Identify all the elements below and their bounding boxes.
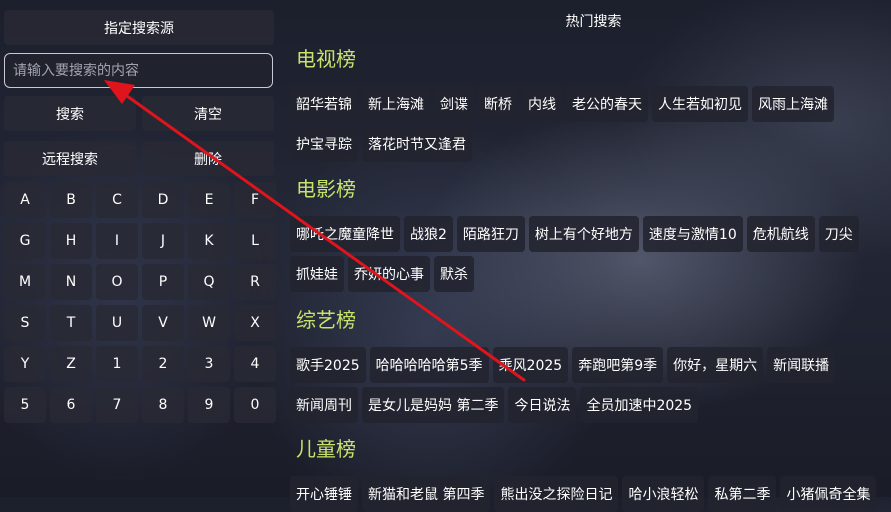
key-h[interactable]: H	[50, 223, 92, 259]
search-button[interactable]: 搜索	[4, 96, 136, 131]
clear-button[interactable]: 清空	[142, 96, 274, 131]
search-chip[interactable]: 战狼2	[404, 216, 453, 252]
key-8[interactable]: 8	[142, 387, 184, 423]
right-panel: 热门搜索 电视榜 韶华若锦 新上海滩 剑谍 断桥 内线 老公的春天 人生若如初见 风雨上海滩护…	[286, 0, 891, 512]
search-chip[interactable]: 落花时节又逢君	[362, 126, 472, 162]
search-chip[interactable]: 韶华若锦	[290, 86, 358, 122]
search-chip[interactable]: 奔跑吧第9季	[572, 347, 664, 383]
chip-list: 歌手2025 哈哈哈哈哈第5季 乘风2025 奔跑吧第9季 你好，星期六 新闻联播新闻周刊…	[290, 347, 891, 423]
key-l[interactable]: L	[234, 223, 276, 259]
search-chip[interactable]: 老公的春天	[566, 86, 648, 122]
search-chip[interactable]: 全员加速中2025	[580, 387, 699, 423]
remote-search-button[interactable]: 远程搜索	[4, 141, 136, 176]
left-panel: 指定搜索源 搜索 清空 远程搜索 删除 ABCDEF GHIJKL MNOPQR ST…	[0, 0, 282, 497]
key-z[interactable]: Z	[50, 346, 92, 382]
search-chip[interactable]: 速度与激情10	[642, 216, 743, 252]
chip-list: 开心锤锤 新猫和老鼠 第四季 熊出没之探险日记 哈小浪轻松 私第二季 小猪佩奇全集	[290, 476, 891, 512]
search-input[interactable]	[4, 53, 273, 88]
key-w[interactable]: W	[188, 305, 230, 341]
chip-list: 韶华若锦 新上海滩 剑谍 断桥 内线 老公的春天 人生若如初见 风雨上海滩护宝寻踪 落花时节又逢…	[290, 86, 891, 162]
section-title: 儿童榜	[296, 437, 356, 461]
search-chip[interactable]: 小猪佩奇全集	[780, 476, 877, 512]
key-a[interactable]: A	[4, 182, 46, 218]
key-o[interactable]: O	[96, 264, 138, 300]
key-q[interactable]: Q	[188, 264, 230, 300]
search-chip[interactable]: 默杀	[434, 256, 474, 292]
key-3[interactable]: 3	[188, 346, 230, 382]
search-chip[interactable]: 树上有个好地方	[528, 216, 639, 252]
section-variety: 综艺榜 歌手2025 哈哈哈哈哈第5季 乘风2025 奔跑吧第9季 你好，星期六 新闻联播…	[290, 305, 891, 423]
section-kids: 儿童榜 开心锤锤 新猫和老鼠 第四季 熊出没之探险日记 哈小浪轻松 私第二季 小猪佩奇全集	[290, 434, 891, 512]
key-r[interactable]: R	[234, 264, 276, 300]
search-chip[interactable]: 刀尖	[818, 216, 859, 252]
search-chip[interactable]: 开心锤锤	[290, 476, 358, 512]
section-title: 电影榜	[296, 177, 356, 201]
search-chip[interactable]: 危机航线	[746, 216, 815, 252]
key-d[interactable]: D	[142, 182, 184, 218]
search-chip[interactable]: 剑谍	[434, 86, 474, 122]
search-chip[interactable]: 私第二季	[708, 476, 777, 512]
search-chip[interactable]: 哪吒之魔童降世	[290, 216, 400, 252]
chip-list: 哪吒之魔童降世 战狼2 陌路狂刀 树上有个好地方 速度与激情10 危机航线 刀尖抓娃娃 乔妍的…	[290, 216, 891, 292]
key-9[interactable]: 9	[188, 387, 230, 423]
key-i[interactable]: I	[96, 223, 138, 259]
key-7[interactable]: 7	[96, 387, 138, 423]
search-chip[interactable]: 你好，星期六	[667, 347, 764, 383]
search-chip[interactable]: 乘风2025	[492, 347, 569, 383]
search-chip[interactable]: 是女儿是妈妈 第二季	[362, 387, 505, 423]
key-e[interactable]: E	[188, 182, 230, 218]
key-4[interactable]: 4	[234, 346, 276, 382]
key-g[interactable]: G	[4, 223, 46, 259]
key-s[interactable]: S	[4, 305, 46, 341]
key-m[interactable]: M	[4, 264, 46, 300]
search-chip[interactable]: 陌路狂刀	[456, 216, 525, 252]
key-x[interactable]: X	[234, 305, 276, 341]
key-t[interactable]: T	[50, 305, 92, 341]
hot-search-title: 热门搜索	[565, 14, 622, 30]
key-2[interactable]: 2	[142, 346, 184, 382]
search-chip[interactable]: 哈小浪轻松	[622, 476, 705, 512]
search-chip[interactable]: 歌手2025	[290, 347, 366, 383]
key-6[interactable]: 6	[50, 387, 92, 423]
section-tv: 电视榜 韶华若锦 新上海滩 剑谍 断桥 内线 老公的春天 人生若如初见 风雨上海滩护宝寻踪 落花…	[290, 44, 891, 162]
key-j[interactable]: J	[142, 223, 184, 259]
key-k[interactable]: K	[188, 223, 230, 259]
specify-source-button[interactable]: 指定搜索源	[4, 10, 274, 45]
search-chip[interactable]: 风雨上海滩	[752, 86, 834, 122]
key-v[interactable]: V	[142, 305, 184, 341]
search-chip[interactable]: 断桥	[478, 86, 518, 122]
search-chip[interactable]: 今日说法	[508, 387, 577, 423]
section-title: 电视榜	[296, 47, 356, 71]
search-chip[interactable]: 新闻联播	[767, 347, 836, 383]
keyboard: ABCDEF GHIJKL MNOPQR STUVWX YZ1234 567890	[4, 182, 278, 423]
search-chip[interactable]: 熊出没之探险日记	[494, 476, 619, 512]
key-f[interactable]: F	[234, 182, 276, 218]
search-chip[interactable]: 人生若如初见	[652, 86, 748, 122]
key-n[interactable]: N	[50, 264, 92, 300]
search-chip[interactable]: 护宝寻踪	[290, 126, 358, 162]
key-y[interactable]: Y	[4, 346, 46, 382]
key-b[interactable]: B	[50, 182, 92, 218]
key-5[interactable]: 5	[4, 387, 46, 423]
key-c[interactable]: C	[96, 182, 138, 218]
key-0[interactable]: 0	[234, 387, 276, 423]
section-title: 综艺榜	[296, 308, 356, 332]
search-chip[interactable]: 新上海滩	[362, 86, 430, 122]
search-chip[interactable]: 乔妍的心事	[348, 256, 430, 292]
key-1[interactable]: 1	[96, 346, 138, 382]
key-u[interactable]: U	[96, 305, 138, 341]
key-p[interactable]: P	[142, 264, 184, 300]
delete-button[interactable]: 删除	[142, 141, 274, 176]
search-chip[interactable]: 哈哈哈哈哈第5季	[369, 347, 489, 383]
search-chip[interactable]: 新猫和老鼠 第四季	[362, 476, 491, 512]
search-chip[interactable]: 内线	[522, 86, 562, 122]
search-chip[interactable]: 抓娃娃	[290, 256, 344, 292]
search-chip[interactable]: 新闻周刊	[290, 387, 358, 423]
section-movie: 电影榜 哪吒之魔童降世 战狼2 陌路狂刀 树上有个好地方 速度与激情10 危机航线 刀尖抓娃…	[290, 174, 891, 292]
